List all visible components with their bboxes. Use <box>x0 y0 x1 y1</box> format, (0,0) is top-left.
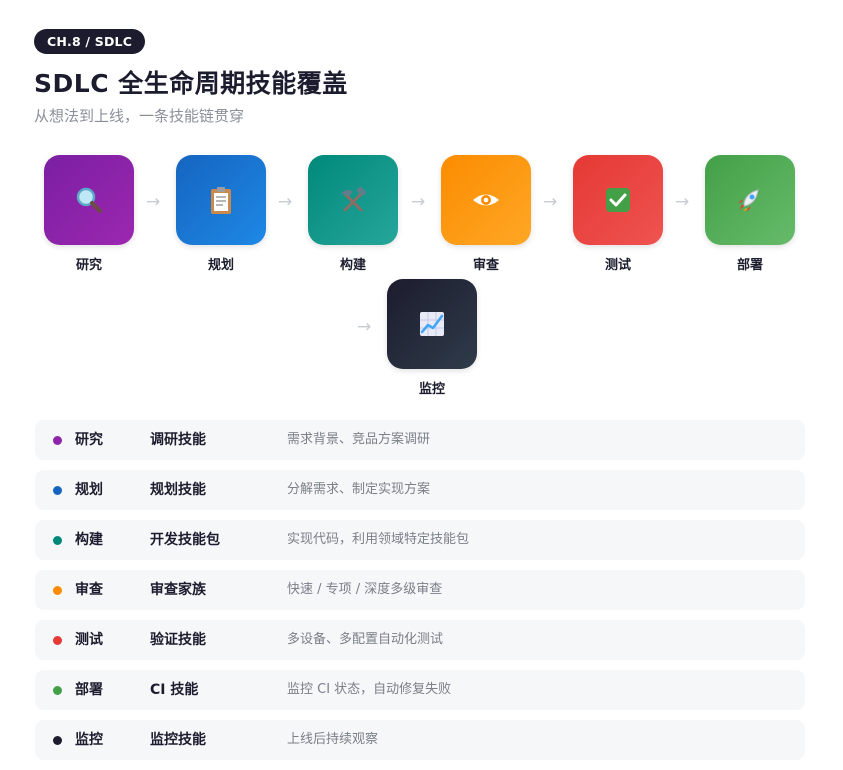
row-skill: 审查家族 <box>150 582 206 598</box>
row-stage: 测试 <box>75 632 103 648</box>
stage-label: 研究 <box>75 258 102 273</box>
status-dot <box>53 636 62 645</box>
list-item: 规划 规划技能 分解需求、制定实现方案 <box>35 470 805 510</box>
flow-arrow: → <box>411 192 426 212</box>
row-skill: 调研技能 <box>150 432 206 448</box>
row-description: 实现代码，利用领域特定技能包 <box>287 532 470 547</box>
stage-label: 规划 <box>207 258 234 273</box>
list-item: 监控 监控技能 上线后持续观察 <box>35 720 805 760</box>
stage-plan: 规划 <box>176 155 266 273</box>
row-stage: 监控 <box>75 732 103 748</box>
row-description: 分解需求、制定实现方案 <box>287 482 431 497</box>
stage-label: 审查 <box>472 258 499 273</box>
status-dot <box>53 686 62 695</box>
status-dot <box>53 486 62 495</box>
flow-arrow: → <box>357 317 372 337</box>
row-stage: 研究 <box>75 432 103 448</box>
stage-build: 构建 <box>308 155 398 273</box>
stage-monitor-tile <box>387 279 477 369</box>
list-item: 研究 调研技能 需求背景、竞品方案调研 <box>35 420 805 460</box>
chart-icon <box>420 312 444 336</box>
stage-deploy: 部署 <box>705 155 795 273</box>
row-skill: 验证技能 <box>150 632 206 648</box>
page-subtitle: 从想法到上线，一条技能链贯穿 <box>34 107 245 125</box>
status-dot <box>53 536 62 545</box>
row-description: 上线后持续观察 <box>287 732 379 747</box>
stage-build-tile <box>308 155 398 245</box>
row-stage: 规划 <box>75 482 103 498</box>
flow-arrow: → <box>675 192 690 212</box>
row-stage: 审查 <box>75 582 103 598</box>
status-dot <box>53 736 62 745</box>
chapter-badge: CH.8 / SDLC <box>34 29 146 54</box>
stage-plan-tile <box>176 155 266 245</box>
stage-label: 测试 <box>604 258 631 273</box>
stage-monitor: 监控 <box>387 279 477 397</box>
stage-deploy-tile <box>705 155 795 245</box>
row-skill: 开发技能包 <box>150 532 220 548</box>
stage-label: 构建 <box>339 258 366 273</box>
list-item: 审查 审查家族 快速 / 专项 / 深度多级审查 <box>35 570 805 610</box>
page-title: SDLC 全生命周期技能覆盖 <box>34 69 348 98</box>
status-dot <box>53 586 62 595</box>
stage-research: 研究 <box>44 155 134 273</box>
row-skill: CI 技能 <box>150 682 199 698</box>
list-item: 测试 验证技能 多设备、多配置自动化测试 <box>35 620 805 660</box>
stage-review: 审查 <box>441 155 531 273</box>
row-stage: 构建 <box>75 532 103 548</box>
row-skill: 规划技能 <box>150 482 206 498</box>
row-description: 需求背景、竞品方案调研 <box>287 432 431 447</box>
row-stage: 部署 <box>75 682 103 698</box>
stage-test: 测试 <box>573 155 663 273</box>
eye-icon <box>473 194 499 206</box>
row-description: 监控 CI 状态，自动修复失败 <box>287 682 452 697</box>
row-skill: 监控技能 <box>150 732 206 748</box>
skills-list: 研究 调研技能 需求背景、竞品方案调研 规划 规划技能 分解需求、制定实现方案 … <box>35 420 805 770</box>
flow-arrow: → <box>543 192 558 212</box>
hammer-pick-icon <box>341 186 367 212</box>
row-description: 快速 / 专项 / 深度多级审查 <box>287 582 443 597</box>
status-dot <box>53 436 62 445</box>
magnifier-icon <box>76 187 102 213</box>
flow-arrow: → <box>146 192 161 212</box>
stage-label: 监控 <box>418 382 445 397</box>
list-item: 构建 开发技能包 实现代码，利用领域特定技能包 <box>35 520 805 560</box>
rocket-icon <box>738 189 759 212</box>
flow-arrow: → <box>278 192 293 212</box>
stage-research-tile <box>44 155 134 245</box>
list-item: 部署 CI 技能 监控 CI 状态，自动修复失败 <box>35 670 805 710</box>
stage-review-tile <box>441 155 531 245</box>
row-description: 多设备、多配置自动化测试 <box>287 632 444 647</box>
check-box-icon <box>606 188 630 212</box>
stage-test-tile <box>573 155 663 245</box>
clipboard-icon <box>211 187 231 214</box>
stage-label: 部署 <box>736 258 763 273</box>
